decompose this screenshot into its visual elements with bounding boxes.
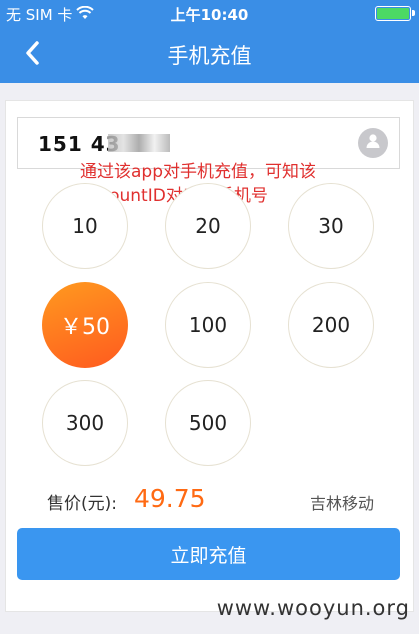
contact-button[interactable] bbox=[358, 128, 388, 158]
amount-option-300[interactable]: 300 bbox=[42, 380, 128, 466]
annotation-line-1: 通过该app对手机充值，可知该 bbox=[80, 162, 316, 182]
amount-option-50-selected[interactable]: ￥50 bbox=[42, 282, 128, 368]
battery-icon bbox=[375, 6, 415, 21]
watermark: www.wooyun.org bbox=[216, 596, 410, 620]
amount-option-100[interactable]: 100 bbox=[165, 282, 251, 368]
contact-icon bbox=[364, 132, 382, 154]
amount-option-20[interactable]: 20 bbox=[165, 183, 251, 269]
page-title: 手机充值 bbox=[167, 44, 252, 68]
redacted-digits bbox=[108, 134, 170, 152]
amount-option-10[interactable]: 10 bbox=[42, 183, 128, 269]
header: 无 SIM 卡 上午10:40 手机充值 bbox=[0, 0, 419, 83]
status-bar: 无 SIM 卡 上午10:40 bbox=[0, 0, 419, 26]
carrier-name: 吉林移动 bbox=[309, 494, 374, 513]
price-label: 售价(元): bbox=[47, 494, 117, 514]
amount-option-30[interactable]: 30 bbox=[288, 183, 374, 269]
status-time: 上午10:40 bbox=[170, 6, 249, 24]
amount-option-200[interactable]: 200 bbox=[288, 282, 374, 368]
nav-bar: 手机充值 bbox=[0, 26, 419, 83]
price-value: 49.75 bbox=[134, 484, 206, 513]
recharge-button[interactable]: 立即充值 bbox=[17, 528, 400, 580]
amount-option-500[interactable]: 500 bbox=[165, 380, 251, 466]
